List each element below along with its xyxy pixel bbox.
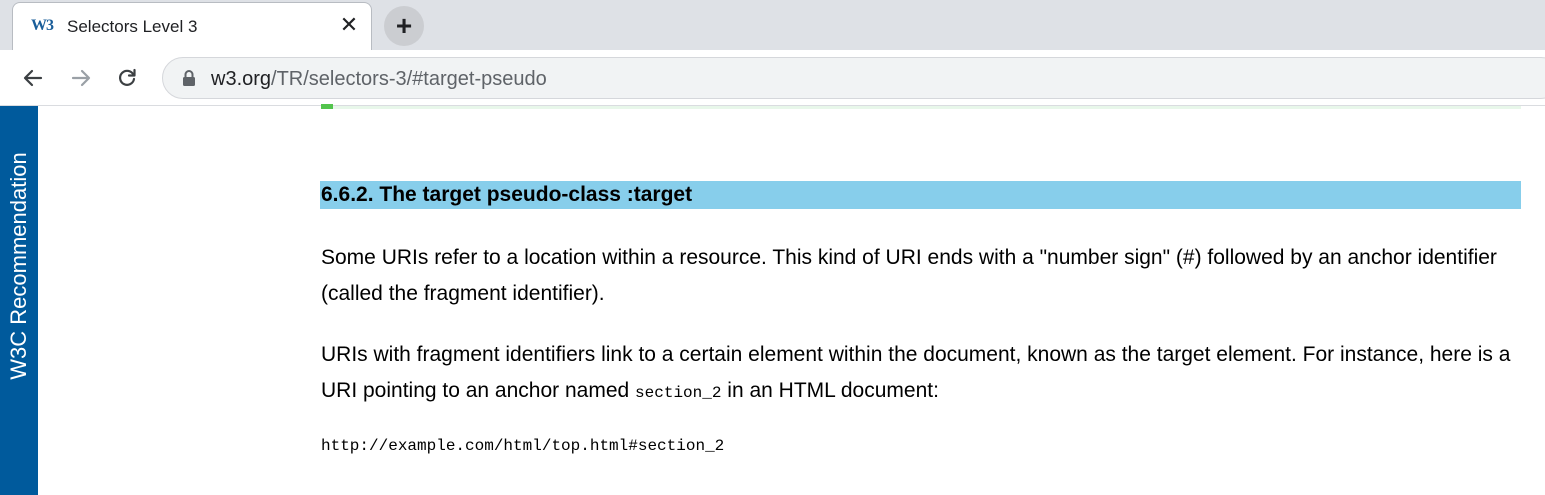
tab-title: Selectors Level 3 xyxy=(67,17,198,36)
back-arrow-icon[interactable] xyxy=(17,62,49,94)
url-host: w3.org xyxy=(211,68,272,90)
tab-selectors-level-3[interactable]: W3 Selectors Level 3 ✕ xyxy=(12,2,372,50)
paragraph-text-after: in an HTML document: xyxy=(721,379,939,402)
reload-icon[interactable] xyxy=(111,62,143,94)
close-icon[interactable]: ✕ xyxy=(335,11,363,39)
url-text[interactable]: w3.org/TR/selectors-3/#target-pseudo xyxy=(211,68,547,90)
paragraph-fragment-uri: Some URIs refer to a location within a r… xyxy=(321,246,1497,305)
document-content: 6.6.2. The target pseudo-class :target S… xyxy=(38,104,1545,495)
w3c-favicon-icon: W3 xyxy=(31,17,54,34)
previous-example-block xyxy=(321,106,1521,109)
sidebar-status-label: W3C Recommendation xyxy=(6,152,31,380)
browser-toolbar: w3.org/TR/selectors-3/#target-pseudo xyxy=(0,50,1545,106)
status-sidebar: W3C Recommendation xyxy=(0,106,38,495)
address-bar[interactable]: w3.org/TR/selectors-3/#target-pseudo xyxy=(162,57,1545,99)
new-tab-button[interactable]: + xyxy=(384,6,424,46)
example-uri-code: http://example.com/html/top.html#section… xyxy=(321,437,725,455)
section-heading: 6.6.2. The target pseudo-class :target xyxy=(320,181,1521,209)
tab-strip: W3 Selectors Level 3 ✕ + xyxy=(0,0,1545,50)
inline-code-anchor-name: section_2 xyxy=(635,384,722,402)
forward-arrow-icon[interactable] xyxy=(65,62,97,94)
paragraph-target-element: URIs with fragment identifiers link to a… xyxy=(321,337,1521,411)
url-path: /TR/selectors-3/#target-pseudo xyxy=(271,68,547,90)
previous-example-marker xyxy=(321,104,333,109)
lock-icon[interactable] xyxy=(181,69,197,87)
